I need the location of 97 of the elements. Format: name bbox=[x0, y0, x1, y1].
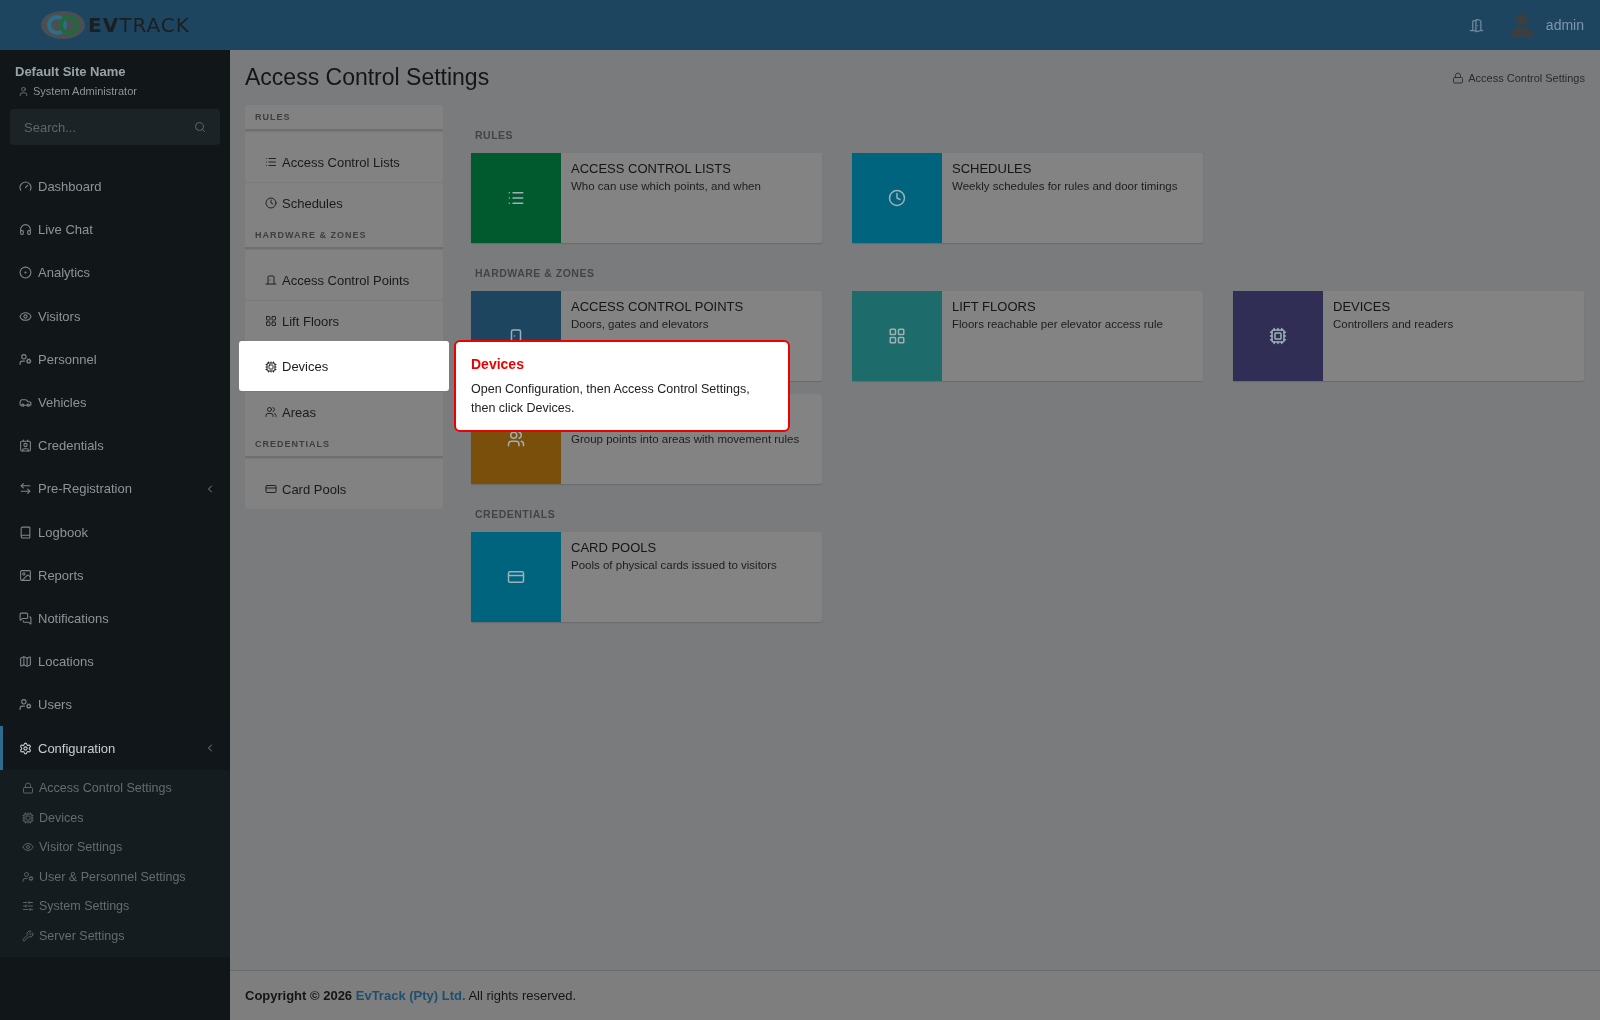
sidebar-item[interactable]: Logbook bbox=[0, 510, 230, 554]
headset-icon bbox=[19, 223, 32, 237]
book-icon bbox=[19, 525, 32, 539]
user-icon bbox=[18, 85, 29, 97]
settings-tile[interactable]: DEVICES Controllers and readers bbox=[1233, 291, 1584, 381]
sidebar-item[interactable]: Analytics bbox=[0, 251, 230, 295]
tile-title: ACCESS CONTROL POINTS bbox=[571, 299, 744, 314]
settings-nav-item[interactable]: Schedules bbox=[245, 182, 443, 223]
copyright-text: Copyright © 2026 EvTrack (Pty) Ltd. All rights reserved. bbox=[245, 988, 577, 1003]
user-name[interactable]: admin bbox=[1545, 17, 1584, 33]
tile-description: Controllers and readers bbox=[1333, 318, 1454, 330]
sidebar-item[interactable]: Pre-Registration bbox=[0, 467, 230, 511]
grid-icon bbox=[265, 315, 277, 327]
search-icon bbox=[194, 121, 206, 133]
wrench-icon bbox=[22, 929, 34, 942]
user-gear-icon bbox=[19, 698, 32, 712]
sidebar-item[interactable]: Personnel bbox=[0, 337, 230, 381]
submenu-item[interactable]: User & Personnel Settings bbox=[0, 862, 230, 892]
grid-icon bbox=[888, 327, 906, 345]
clock-icon bbox=[888, 189, 906, 207]
section-heading: HARDWARE & ZONES bbox=[475, 267, 596, 279]
card-icon bbox=[265, 483, 277, 495]
tooltip-title: Devices bbox=[471, 356, 525, 372]
submenu-item[interactable]: System Settings bbox=[0, 891, 230, 922]
door-icon bbox=[265, 274, 277, 286]
user-gear-icon bbox=[19, 352, 32, 366]
eye-icon bbox=[22, 841, 34, 854]
sidebar-item[interactable]: Locations bbox=[0, 640, 230, 684]
user-role: System Administrator bbox=[33, 85, 137, 97]
id-card-icon bbox=[19, 439, 32, 453]
chip-icon bbox=[22, 811, 34, 824]
chip-icon bbox=[1269, 327, 1287, 345]
logo-icon bbox=[40, 10, 87, 40]
submenu-item[interactable]: Devices bbox=[0, 803, 230, 833]
sliders-icon bbox=[22, 900, 34, 913]
chat-icon bbox=[19, 611, 32, 625]
section-heading: RULES bbox=[475, 129, 515, 141]
list-icon bbox=[507, 189, 525, 207]
gear-icon bbox=[19, 741, 32, 755]
settings-tile[interactable]: CARD POOLS Pools of physical cards issued to visitors bbox=[471, 532, 822, 622]
people-icon bbox=[265, 406, 277, 418]
tile-description: Pools of physical cards issued to visitors bbox=[571, 559, 777, 571]
sidebar-item[interactable]: Live Chat bbox=[0, 208, 230, 252]
user-gear-icon bbox=[22, 870, 34, 883]
tile-description: Who can use which points, and when bbox=[571, 180, 761, 192]
settings-nav-item[interactable]: Areas bbox=[245, 391, 443, 432]
tile-title: LIFT FLOORS bbox=[952, 299, 1037, 314]
car-icon bbox=[19, 396, 32, 410]
settings-tile[interactable]: LIFT FLOORS Floors reachable per elevator access rule bbox=[852, 291, 1203, 381]
people-icon bbox=[507, 430, 525, 448]
list-icon bbox=[265, 156, 277, 168]
door-icon bbox=[1468, 17, 1484, 33]
lock-icon bbox=[22, 782, 34, 795]
lock-icon bbox=[1452, 71, 1465, 84]
sidebar-item[interactable]: Users bbox=[0, 683, 230, 727]
tile-description: Doors, gates and elevators bbox=[571, 318, 710, 330]
arrows-icon bbox=[19, 482, 32, 496]
sidebar-item[interactable]: Visitors bbox=[0, 294, 230, 338]
sidebar-item[interactable]: Dashboard bbox=[0, 165, 230, 209]
map-icon bbox=[19, 655, 32, 669]
breadcrumb-link[interactable]: Access Control Settings bbox=[1468, 71, 1585, 84]
logo-text: EVTRACK bbox=[88, 13, 190, 37]
target-icon bbox=[19, 266, 32, 280]
section-heading: HARDWARE & ZONES bbox=[245, 223, 443, 249]
tile-description: Floors reachable per elevator access rule bbox=[952, 318, 1163, 330]
card-icon bbox=[507, 568, 525, 586]
search-field[interactable]: Search... bbox=[10, 109, 220, 145]
settings-nav-item[interactable]: Card Pools bbox=[245, 458, 443, 509]
clock-icon bbox=[265, 197, 277, 209]
sidebar-item[interactable]: Reports bbox=[0, 553, 230, 597]
submenu-item[interactable]: Visitor Settings bbox=[0, 832, 230, 863]
page-title: Access Control Settings bbox=[245, 64, 490, 91]
eye-icon bbox=[19, 309, 32, 323]
settings-tile[interactable]: SCHEDULES Weekly schedules for rules and door timings bbox=[852, 153, 1203, 243]
tile-description: Group points into areas with movement rules bbox=[571, 433, 800, 445]
section-heading: RULES bbox=[245, 105, 443, 131]
tile-title: DEVICES bbox=[1333, 299, 1392, 314]
sidebar-item[interactable]: Vehicles bbox=[0, 380, 230, 425]
chip-icon bbox=[265, 360, 277, 373]
settings-tile[interactable]: ACCESS CONTROL LISTS Who can use which points, and when bbox=[471, 153, 822, 243]
avatar-icon bbox=[1509, 12, 1534, 38]
settings-nav-item[interactable]: Devices bbox=[239, 341, 449, 391]
submenu-item[interactable]: Server Settings bbox=[0, 921, 230, 951]
sidebar-item[interactable]: Credentials bbox=[0, 424, 230, 468]
settings-nav-item[interactable]: Access Control Points bbox=[245, 249, 443, 300]
sidebar-item[interactable]: Notifications bbox=[0, 596, 230, 641]
tile-description: Weekly schedules for rules and door timings bbox=[952, 180, 1178, 192]
settings-nav-item[interactable]: Access Control Lists bbox=[245, 131, 443, 182]
submenu-item[interactable]: Access Control Settings bbox=[0, 773, 230, 804]
section-heading: CREDENTIALS bbox=[475, 508, 557, 520]
tile-title: SCHEDULES bbox=[952, 161, 1033, 176]
tile-title: ACCESS CONTROL LISTS bbox=[571, 161, 732, 176]
gauge-icon bbox=[19, 180, 32, 194]
tile-title: CARD POOLS bbox=[571, 540, 658, 555]
image-icon bbox=[19, 568, 32, 582]
site-name: Default Site Name bbox=[14, 63, 127, 79]
section-heading: CREDENTIALS bbox=[245, 432, 443, 458]
